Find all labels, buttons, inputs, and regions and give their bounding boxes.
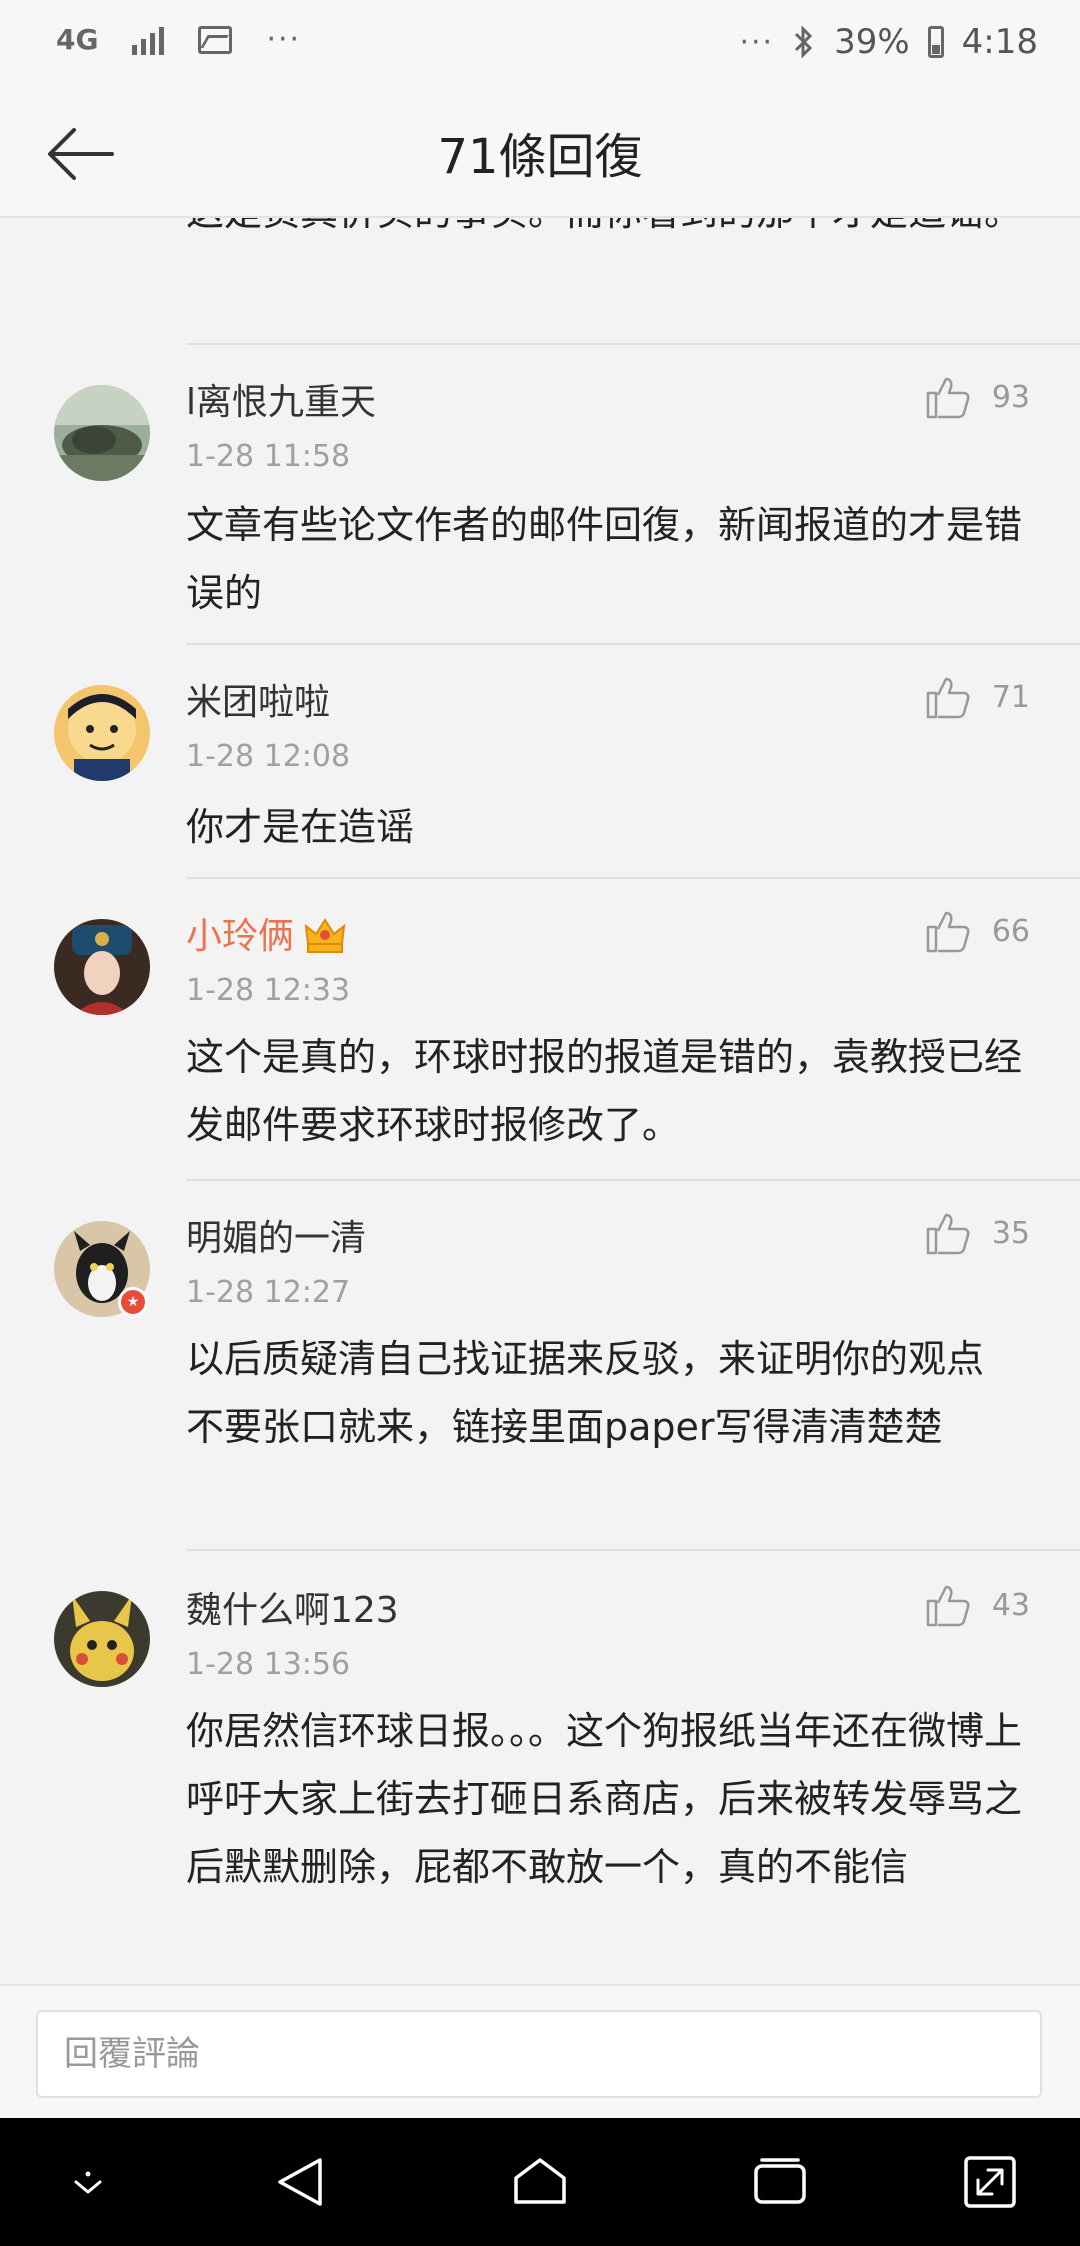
- thumbs-up-icon: [926, 377, 970, 419]
- comment-list[interactable]: 这是货真价实的事实。而你看到的那个才是造谣。 l离恨九重天 93 1-28 11…: [0, 218, 1080, 1984]
- comment-text: 以后质疑清自己找证据来反驳，来证明你的观点 不要张口就来，链接里面paper写得…: [186, 1337, 985, 1449]
- comment-item[interactable]: 魏什么啊123 43 1-28 13:56 你居然信环球日报。。。这个狗报纸当年…: [0, 1551, 1080, 1984]
- clock: 4:18: [961, 22, 1038, 62]
- comment-time: 1-28 13:56: [186, 1647, 351, 1682]
- comment-item[interactable]: 米团啦啦 71 1-28 12:08 你才是在造谣: [0, 645, 1080, 875]
- bluetooth-icon: [795, 25, 813, 59]
- status-bar: 4G ··· ··· 39% 4:18: [0, 0, 1080, 88]
- back-nav-icon[interactable]: [272, 2152, 332, 2212]
- username[interactable]: 米团啦啦: [186, 673, 330, 725]
- like-count: 66: [991, 913, 1030, 949]
- recent-apps-icon[interactable]: [750, 2152, 810, 2212]
- thumbs-up-icon: [926, 677, 970, 719]
- like-button[interactable]: 71: [924, 673, 1030, 721]
- image-notification-icon: [198, 25, 233, 54]
- status-right: ··· 39% 4:18: [739, 22, 1038, 62]
- like-count: 93: [991, 379, 1030, 415]
- comment-time: 1-28 12:27: [186, 1275, 351, 1310]
- signal-icon: [132, 25, 165, 55]
- comment-item[interactable]: l离恨九重天 93 1-28 11:58 文章有些论文作者的邮件回復，新闻报道的…: [0, 343, 1080, 643]
- battery-percent: 39%: [834, 22, 910, 62]
- comment-text: 文章有些论文作者的邮件回復，新闻报道的才是错误的: [186, 503, 1023, 615]
- header: 71條回復: [0, 88, 1080, 218]
- more-status-icon: ···: [739, 24, 775, 60]
- comment-text: 你才是在造谣: [186, 805, 415, 849]
- reply-input[interactable]: 回覆評論: [36, 2010, 1042, 2098]
- like-button[interactable]: 93: [924, 373, 1030, 421]
- expand-icon[interactable]: [960, 2152, 1020, 2212]
- comment-item[interactable]: 小玲俩 66 1-28 12:33 这个是真的，环球时报的报道是错的，袁教授已经…: [0, 879, 1080, 1179]
- avatar[interactable]: [54, 919, 150, 1015]
- like-count: 43: [991, 1587, 1030, 1623]
- home-nav-icon[interactable]: [510, 2152, 570, 2212]
- thumbs-up-icon: [926, 1585, 970, 1627]
- username-vip[interactable]: 小玲俩: [186, 907, 346, 959]
- page-title: 71條回復: [437, 129, 643, 185]
- network-label: 4G: [56, 23, 99, 56]
- verified-badge-icon: ★: [118, 1287, 148, 1317]
- partial-comment-text: 这是货真价实的事实。而你看到的那个才是造谣。: [186, 218, 1026, 246]
- like-button[interactable]: 43: [924, 1581, 1030, 1629]
- vip-crown-icon: [304, 918, 346, 953]
- username-text: 小玲俩: [186, 916, 295, 957]
- back-arrow-icon[interactable]: [44, 116, 120, 192]
- comment-text: 你居然信环球日报。。。这个狗报纸当年还在微博上呼吁大家上街去打砸日系商店，后来被…: [186, 1709, 1023, 1889]
- comment-item[interactable]: ★ 明媚的一清 35 1-28 12:27 以后质疑清自己找证据来反驳，来证明你…: [0, 1181, 1080, 1549]
- avatar[interactable]: [54, 385, 150, 481]
- comment-time: 1-28 12:08: [186, 739, 351, 774]
- like-count: 35: [991, 1215, 1030, 1251]
- avatar[interactable]: [54, 685, 150, 781]
- username[interactable]: 魏什么啊123: [186, 1581, 399, 1633]
- username[interactable]: l离恨九重天: [186, 373, 376, 425]
- status-left: 4G ···: [56, 22, 301, 57]
- thumbs-up-icon: [926, 911, 970, 953]
- comment-text: 这个是真的，环球时报的报道是错的，袁教授已经发邮件要求环球时报修改了。: [186, 1035, 1023, 1147]
- hide-keyboard-icon[interactable]: [58, 2152, 118, 2212]
- username[interactable]: 明媚的一清: [186, 1209, 366, 1261]
- more-notifications-icon: ···: [266, 22, 302, 57]
- system-nav-bar: [0, 2118, 1080, 2246]
- comment-time: 1-28 11:58: [186, 439, 351, 474]
- reply-bar: 回覆評論: [0, 1984, 1080, 2118]
- like-button[interactable]: 66: [924, 907, 1030, 955]
- avatar[interactable]: [54, 1591, 150, 1687]
- comment-time: 1-28 12:33: [186, 973, 351, 1008]
- like-button[interactable]: 35: [924, 1209, 1030, 1257]
- thumbs-up-icon: [926, 1213, 970, 1255]
- battery-icon: [927, 26, 944, 58]
- like-count: 71: [991, 679, 1030, 715]
